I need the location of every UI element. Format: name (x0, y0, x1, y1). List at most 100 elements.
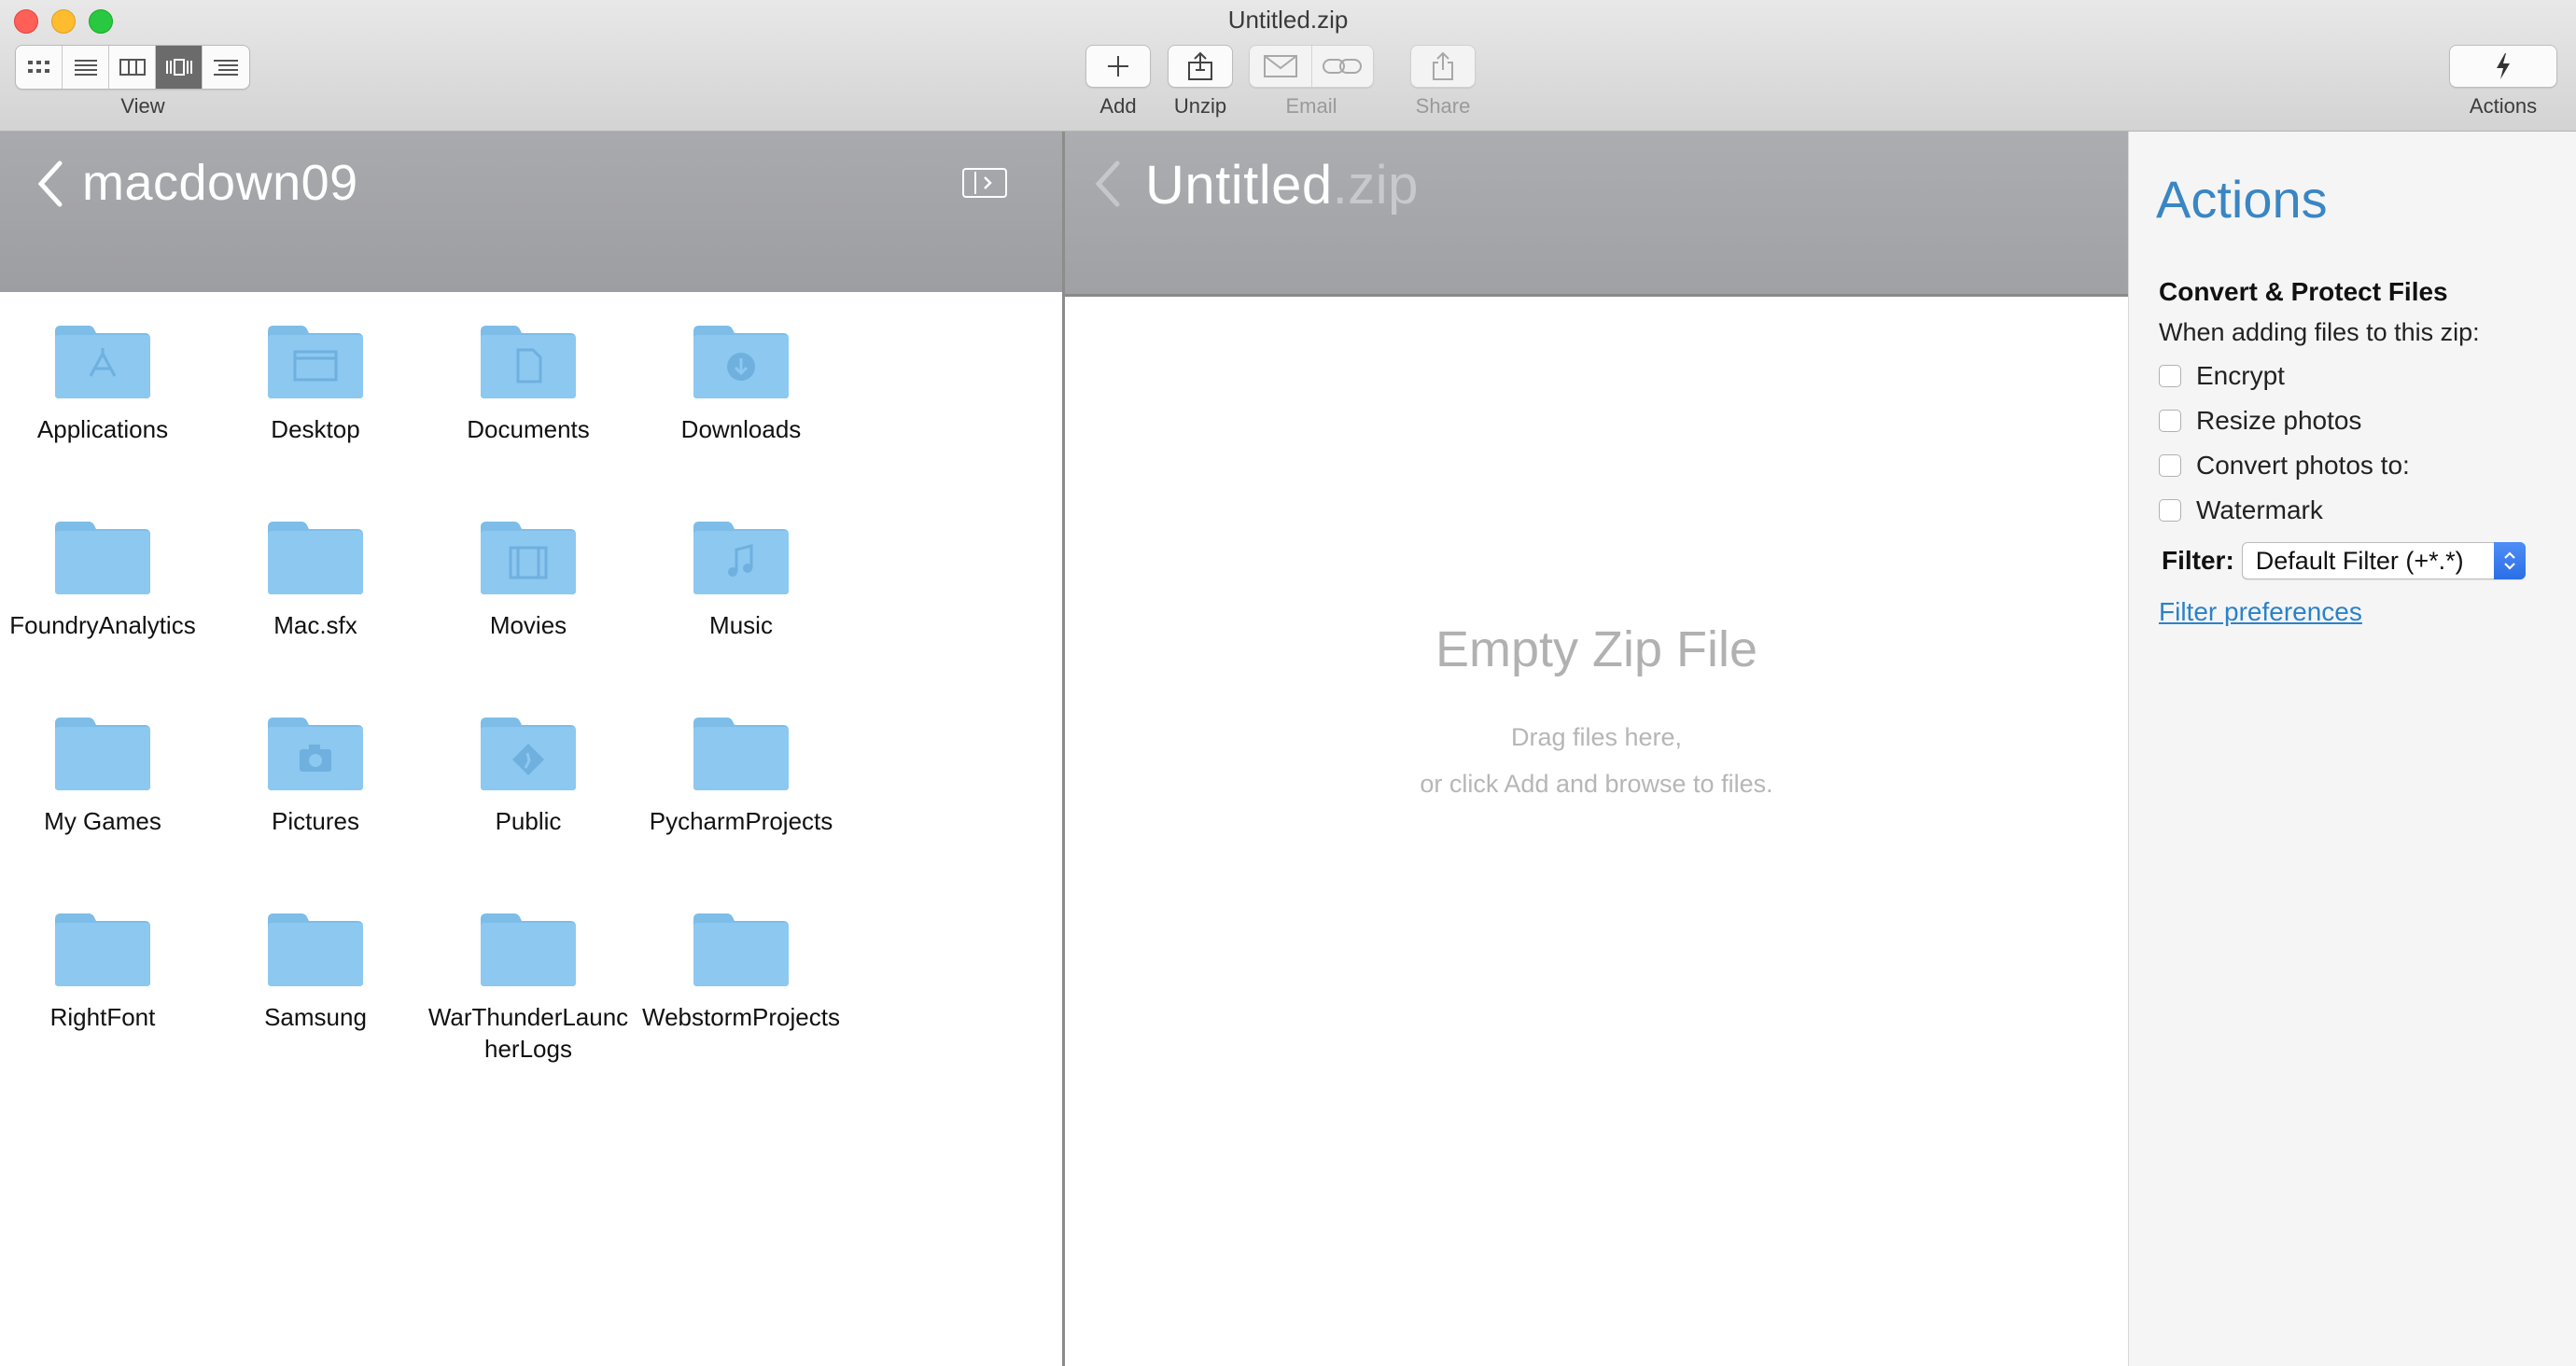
file-browser-pane: macdown09 Applications Desktop Documents Do… (0, 132, 1062, 1366)
icon-view-button[interactable] (16, 46, 63, 89)
folder-item-label: RightFont (49, 1003, 156, 1031)
folder-item-label: Documents (467, 415, 590, 443)
resize-photos-label: Resize photos (2196, 406, 2362, 435)
folder-item[interactable]: Documents (426, 318, 631, 445)
convert-photos-label: Convert photos to: (2196, 451, 2410, 480)
actions-toolbar-button[interactable] (2449, 45, 2557, 88)
folder-item-label: Pictures (272, 807, 359, 835)
email-label: Email (1285, 94, 1337, 118)
folder-item-label: Downloads (680, 415, 802, 443)
folder-item-label: FoundryAnalytics (9, 611, 196, 639)
email-button-group (1249, 45, 1374, 88)
icon-grid-icon (27, 61, 49, 73)
folder-item-label: WebstormProjects (642, 1003, 840, 1031)
unzip-icon (1188, 51, 1212, 80)
unzip-button[interactable] (1168, 45, 1233, 88)
filter-row: Filter: Default Filter (+*.*) (2162, 542, 2526, 579)
toolbar: Untitled.zip View Add Unzip Email Share … (0, 0, 2576, 132)
actions-panel: Actions Convert & Protect Files When add… (2128, 132, 2576, 1366)
column-view-button[interactable] (109, 46, 156, 89)
zip-contents-pane: Untitled.zip Empty Zip File Drag files h… (1065, 132, 2128, 1366)
cover-flow-view-button[interactable] (156, 46, 203, 89)
window-title: Untitled.zip (1227, 6, 1349, 34)
add-label: Add (1099, 94, 1137, 118)
folder-item[interactable]: Mac.sfx (213, 514, 418, 641)
envelope-icon (1263, 55, 1297, 77)
folder-item[interactable]: Samsung (213, 906, 418, 1033)
list-view-button[interactable] (63, 46, 109, 89)
sidebar-toggle-icon (974, 172, 992, 194)
desktop-folder-icon (264, 318, 367, 400)
convert-protect-heading: Convert & Protect Files (2159, 277, 2448, 306)
folder-item[interactable]: Public (426, 710, 631, 837)
folder-item-label: My Games (44, 807, 161, 835)
browser-header: macdown09 (0, 132, 1062, 292)
empty-zip-title: Empty Zip File (1435, 621, 1758, 677)
link-icon (1323, 59, 1363, 74)
actions-panel-title: Actions (2156, 170, 2328, 229)
convert-photos-checkbox[interactable] (2159, 454, 2181, 477)
view-label: View (120, 94, 165, 118)
watermark-option[interactable]: Watermark (2159, 495, 2323, 525)
downloads-folder-icon (690, 318, 792, 400)
folder-item[interactable]: My Games (0, 710, 205, 837)
watermark-checkbox[interactable] (2159, 499, 2181, 522)
add-button[interactable] (1085, 45, 1151, 88)
back-chevron-icon[interactable] (34, 158, 67, 210)
share-button[interactable] (1410, 45, 1476, 88)
folder-item[interactable]: WarThunderLauncherLogs (426, 906, 631, 1065)
documents-folder-icon (477, 318, 580, 400)
folder-icon (264, 906, 367, 988)
empty-zip-hint: Drag files here, or click Add and browse… (1065, 714, 2128, 807)
encrypt-option[interactable]: Encrypt (2159, 361, 2285, 391)
filter-label: Filter: (2162, 546, 2234, 575)
resize-photos-option[interactable]: Resize photos (2159, 406, 2361, 436)
folder-icon (690, 710, 792, 792)
folder-item[interactable]: Movies (426, 514, 631, 641)
view-mode-control (15, 45, 250, 90)
folder-item-label: Mac.sfx (273, 611, 357, 639)
email-link-button[interactable] (1312, 46, 1374, 87)
convert-photos-option[interactable]: Convert photos to: (2159, 451, 2410, 481)
list-lines-icon (74, 60, 97, 76)
cover-flow-icon (165, 59, 192, 76)
folder-icon (51, 906, 154, 988)
folder-item[interactable]: Applications (0, 318, 205, 445)
folder-item-label: PycharmProjects (649, 807, 833, 835)
folder-item-label: Applications (36, 415, 169, 443)
folder-item-label: Music (709, 611, 773, 639)
outline-view-button[interactable] (203, 46, 249, 89)
folder-item[interactable]: WebstormProjects (638, 906, 844, 1033)
movies-folder-icon (477, 514, 580, 596)
folder-icon (690, 906, 792, 988)
email-button[interactable] (1250, 46, 1312, 87)
share-icon (1433, 51, 1453, 80)
folder-item[interactable]: Desktop (213, 318, 418, 445)
filter-select[interactable]: Default Filter (+*.*) (2241, 542, 2526, 579)
resize-photos-checkbox[interactable] (2159, 410, 2181, 432)
encrypt-label: Encrypt (2196, 361, 2285, 390)
filter-preferences-link[interactable]: Filter preferences (2159, 597, 2362, 627)
sidebar-toggle-button[interactable] (962, 168, 1007, 198)
folder-icon (51, 514, 154, 596)
folder-item-label: Desktop (271, 415, 360, 443)
folder-item[interactable]: FoundryAnalytics (0, 514, 205, 641)
convert-protect-subtitle: When adding files to this zip: (2159, 318, 2480, 346)
encrypt-checkbox[interactable] (2159, 365, 2181, 387)
folder-item[interactable]: RightFont (0, 906, 205, 1033)
empty-zip-hint-line2: or click Add and browse to files. (1420, 770, 1773, 798)
folder-icon (264, 514, 367, 596)
folder-item[interactable]: Music (638, 514, 844, 641)
empty-zip-hint-line1: Drag files here, (1510, 723, 1683, 751)
zip-back-chevron-icon[interactable] (1091, 158, 1125, 210)
unzip-label: Unzip (1173, 94, 1227, 118)
folder-item[interactable]: PycharmProjects (638, 710, 844, 837)
folder-icon (51, 710, 154, 792)
folder-item[interactable]: Pictures (213, 710, 418, 837)
folder-item-label: Public (495, 807, 562, 835)
zip-title: Untitled.zip (1145, 154, 1419, 216)
folder-item[interactable]: Downloads (638, 318, 844, 445)
public-folder-icon (477, 710, 580, 792)
share-label: Share (1415, 94, 1471, 118)
zip-header: Untitled.zip (1065, 132, 2128, 297)
